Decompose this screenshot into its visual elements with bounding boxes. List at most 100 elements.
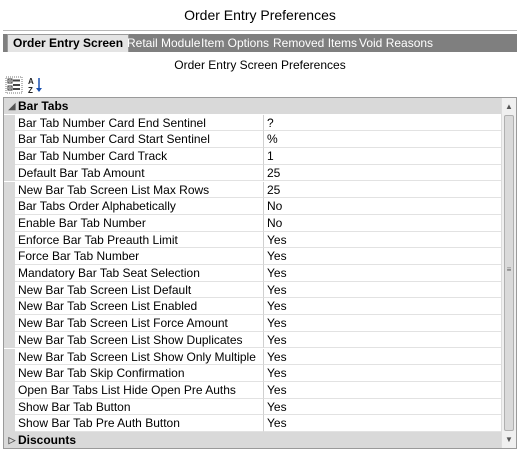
property-label: New Bar Tab Screen List Force Amount — [15, 315, 264, 332]
property-value[interactable]: 25 — [264, 182, 501, 199]
property-row[interactable]: Show Bar Tab Button Yes — [4, 398, 501, 416]
property-value[interactable]: Yes — [264, 399, 501, 416]
scroll-down-icon[interactable]: ▼ — [502, 433, 516, 447]
property-row[interactable]: New Bar Tab Screen List Max Rows 25 — [4, 181, 501, 199]
vertical-scrollbar[interactable]: ▲ ≡ ▼ — [501, 98, 516, 448]
property-label: Show Bar Tab Pre Auth Button — [15, 415, 264, 432]
row-gutter — [4, 315, 15, 332]
property-value[interactable]: 1 — [264, 148, 501, 165]
property-row[interactable]: Bar Tab Number Card End Sentinel? — [4, 114, 501, 132]
property-row[interactable]: New Bar Tab Screen List Default Yes — [4, 281, 501, 299]
property-row[interactable]: Open Bar Tabs List Hide Open Pre Auths Ye… — [4, 381, 501, 399]
property-row[interactable]: New Bar Tab Screen List Show Only Multip… — [4, 348, 501, 366]
property-label: New Bar Tab Skip Confirmation — [15, 365, 264, 382]
expand-icon[interactable]: ▷ — [6, 432, 18, 448]
property-row[interactable]: New Bar Tab Screen List Show Duplicates Y… — [4, 331, 501, 349]
property-value[interactable]: Yes — [264, 298, 501, 316]
property-label: Open Bar Tabs List Hide Open Pre Auths — [15, 381, 264, 399]
property-value[interactable]: Yes — [264, 248, 501, 265]
property-value[interactable]: Yes — [264, 332, 501, 349]
scroll-up-icon[interactable]: ▲ — [502, 100, 516, 114]
property-value[interactable]: Yes — [264, 349, 501, 366]
row-gutter — [4, 164, 15, 182]
row-gutter — [4, 231, 15, 249]
row-gutter — [4, 281, 15, 299]
property-value[interactable]: 25 — [264, 165, 501, 182]
property-label: Enable Bar Tab Number — [15, 214, 264, 232]
row-gutter — [4, 415, 15, 432]
tab-retail-module[interactable]: Retail Module — [127, 34, 200, 52]
property-value[interactable]: Yes — [264, 365, 501, 382]
property-value[interactable]: No — [264, 215, 501, 232]
collapse-icon[interactable]: ◢ — [6, 98, 18, 114]
property-label: Bar Tab Number Card Track — [15, 148, 264, 165]
scroll-thumb[interactable]: ≡ — [504, 115, 514, 431]
tab-strip: Order Entry Screen Retail Module Item Op… — [3, 34, 517, 52]
row-gutter — [4, 248, 15, 265]
property-grid: ◢ Bar Tabs Bar Tab Number Card End Sentine… — [3, 97, 517, 449]
property-value[interactable]: Yes — [264, 265, 501, 282]
property-value[interactable]: Yes — [264, 232, 501, 249]
row-gutter — [4, 148, 15, 165]
property-row[interactable]: Mandatory Bar Tab Seat Selection Yes — [4, 265, 501, 282]
property-row[interactable]: New Bar Tab Screen List Force Amount Yes — [4, 315, 501, 332]
property-label: Mandatory Bar Tab Seat Selection — [15, 265, 264, 282]
sort-glyph-top: A — [28, 77, 34, 86]
row-gutter — [4, 214, 15, 232]
panel-title: Order Entry Screen Preferences — [174, 58, 346, 72]
property-label: Bar Tab Number Card End Sentinel — [15, 114, 264, 132]
property-label: Force Bar Tab Number — [15, 248, 264, 265]
property-row[interactable]: Default Bar Tab Amount 25 — [4, 164, 501, 182]
property-value[interactable]: Yes — [264, 382, 501, 399]
property-value[interactable]: Yes — [264, 282, 501, 299]
row-gutter — [4, 331, 15, 349]
property-label: New Bar Tab Screen List Default — [15, 281, 264, 299]
property-value[interactable]: % — [264, 131, 501, 149]
property-row[interactable]: Enforce Bar Tab Preauth Limit Yes — [4, 231, 501, 249]
property-row[interactable]: Show Bar Tab Pre Auth Button Yes — [4, 415, 501, 432]
row-gutter — [4, 131, 15, 149]
categorized-view-icon — [5, 76, 23, 94]
row-gutter — [4, 381, 15, 399]
tab-item-options[interactable]: Item Options — [201, 34, 269, 52]
property-row[interactable]: Bar Tabs Order Alphabetically No — [4, 198, 501, 215]
property-row[interactable]: Bar Tab Number Card Track 1 — [4, 148, 501, 165]
scroll-grip-icon: ≡ — [506, 265, 512, 274]
category-discounts[interactable]: ▷ Discounts — [4, 432, 501, 448]
row-gutter — [4, 365, 15, 382]
window-title: Order Entry Preferences — [184, 7, 336, 23]
category-label: Bar Tabs — [18, 99, 69, 113]
property-label: Bar Tab Number Card Start Sentinel — [15, 131, 264, 149]
alphabetical-sort-button[interactable]: A Z — [27, 76, 45, 95]
property-row[interactable]: New Bar Tab Skip Confirmation Yes — [4, 365, 501, 382]
categorized-view-button[interactable] — [5, 76, 23, 94]
row-gutter — [4, 265, 15, 282]
title-divider — [3, 30, 517, 31]
category-bar-tabs[interactable]: ◢ Bar Tabs — [4, 98, 501, 114]
tab-void-reasons[interactable]: Void Reasons — [359, 34, 433, 52]
property-value[interactable]: ? — [264, 115, 501, 132]
property-value[interactable]: Yes — [264, 315, 501, 332]
property-label: New Bar Tab Screen List Enabled — [15, 298, 264, 316]
property-row[interactable]: Force Bar Tab Number Yes — [4, 248, 501, 265]
property-label: New Bar Tab Screen List Show Only Multip… — [15, 348, 264, 366]
row-gutter — [4, 198, 15, 215]
category-label: Discounts — [18, 433, 77, 447]
property-row[interactable]: Enable Bar Tab Number No — [4, 214, 501, 232]
property-value[interactable]: No — [264, 198, 501, 215]
tab-order-entry-screen[interactable]: Order Entry Screen — [7, 34, 130, 52]
property-row[interactable]: New Bar Tab Screen List Enabled Yes — [4, 298, 501, 316]
property-label: Bar Tabs Order Alphabetically — [15, 198, 264, 215]
row-gutter — [4, 398, 15, 416]
row-gutter — [4, 348, 15, 366]
row-gutter — [4, 114, 15, 132]
sort-glyph-bottom: Z — [28, 86, 33, 94]
property-label: New Bar Tab Screen List Show Duplicates — [15, 331, 264, 349]
property-label: New Bar Tab Screen List Max Rows — [15, 181, 264, 199]
alphabetical-sort-icon: A Z — [28, 77, 42, 95]
property-value[interactable]: Yes — [264, 415, 501, 432]
property-row[interactable]: Bar Tab Number Card Start Sentinel% — [4, 131, 501, 149]
property-label: Default Bar Tab Amount — [15, 164, 264, 182]
row-gutter — [4, 298, 15, 316]
tab-removed-items[interactable]: Removed Items — [273, 34, 357, 52]
